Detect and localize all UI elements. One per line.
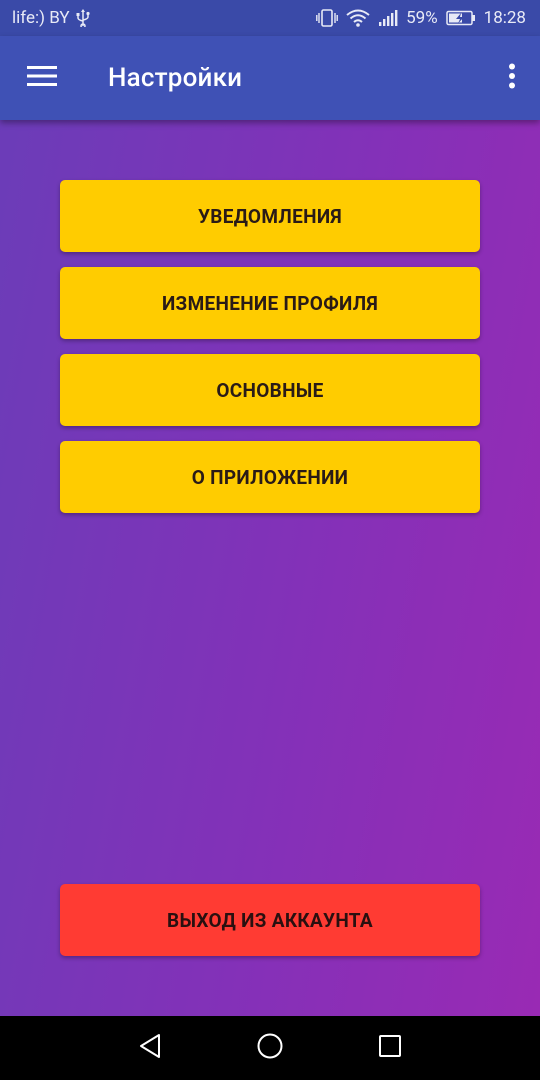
status-bar: life:) BY 59% 18:28 xyxy=(0,0,540,36)
menu-button[interactable] xyxy=(0,36,84,120)
clock: 18:28 xyxy=(483,8,526,28)
carrier-label: life:) BY xyxy=(12,8,70,28)
navigation-bar xyxy=(0,1016,540,1080)
back-button[interactable] xyxy=(120,1018,180,1078)
about-app-button[interactable]: О ПРИЛОЖЕНИИ xyxy=(60,441,480,513)
recents-button[interactable] xyxy=(360,1018,420,1078)
home-icon xyxy=(256,1032,284,1064)
battery-percent: 59% xyxy=(406,8,438,28)
edit-profile-button[interactable]: ИЗМЕНЕНИЕ ПРОФИЛЯ xyxy=(60,267,480,339)
signal-icon xyxy=(378,9,398,27)
recents-icon xyxy=(378,1034,402,1062)
wifi-icon xyxy=(346,9,370,27)
home-button[interactable] xyxy=(240,1018,300,1078)
hamburger-menu-icon xyxy=(27,65,57,91)
logout-button[interactable]: ВЫХОД ИЗ АККАУНТА xyxy=(60,884,480,956)
settings-screen: life:) BY 59% 18:28 Настройки УВЕДОМЛЕНИ… xyxy=(0,0,540,1080)
back-icon xyxy=(138,1033,162,1063)
more-vert-icon xyxy=(508,63,516,93)
notifications-button[interactable]: УВЕДОМЛЕНИЯ xyxy=(60,180,480,252)
status-right: 59% 18:28 xyxy=(316,8,526,28)
page-title: Настройки xyxy=(108,63,243,93)
usb-icon xyxy=(76,9,90,27)
overflow-menu-button[interactable] xyxy=(484,36,540,120)
app-bar: Настройки xyxy=(0,36,540,120)
general-button[interactable]: ОСНОВНЫЕ xyxy=(60,354,480,426)
battery-charging-icon xyxy=(445,10,476,26)
status-left: life:) BY xyxy=(12,8,90,28)
vibrate-icon xyxy=(316,9,338,27)
